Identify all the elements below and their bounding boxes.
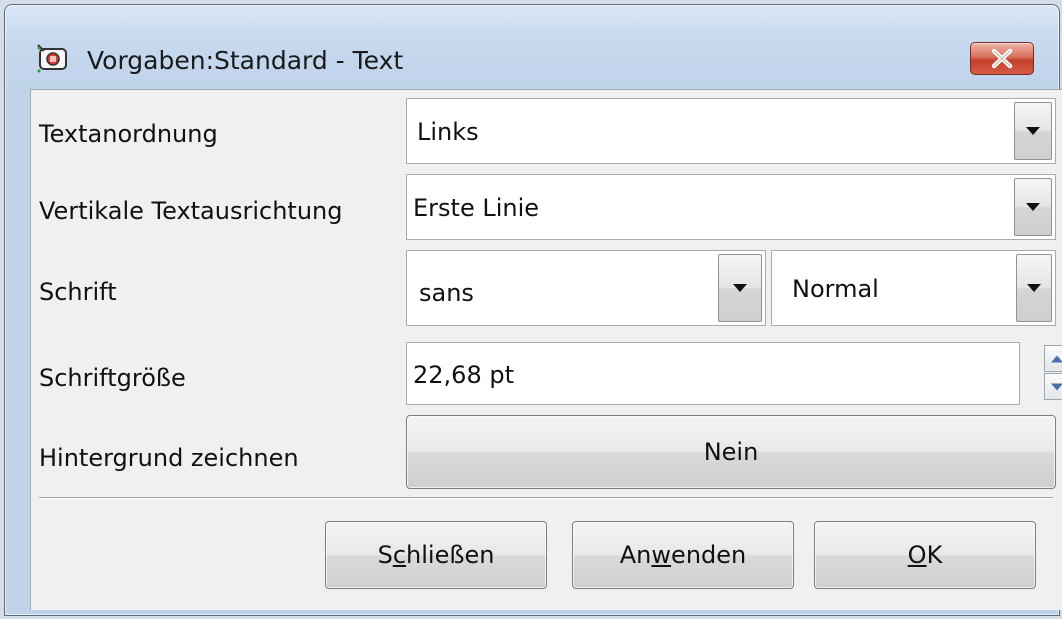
apply-mnemonic: w	[651, 541, 672, 569]
dialog-window: Vorgaben:Standard - Text Textanordnung L…	[4, 4, 1062, 616]
font-style-value: Normal	[792, 275, 879, 303]
draw-app-icon	[37, 44, 67, 73]
dialog-content: Textanordnung Links Vertikale Textausric…	[30, 89, 1062, 610]
vertical-alignment-combo[interactable]: Erste Linie	[406, 174, 1056, 240]
chevron-down-icon	[1026, 203, 1040, 211]
text-alignment-dropdown-button[interactable]	[1014, 102, 1052, 160]
vertical-alignment-label: Vertikale Textausrichtung	[39, 197, 343, 225]
font-family-dropdown-button[interactable]	[718, 254, 762, 322]
window-title: Vorgaben:Standard - Text	[87, 46, 404, 75]
close-button[interactable]	[970, 42, 1034, 75]
separator	[39, 497, 1053, 499]
background-toggle-button[interactable]: Nein	[406, 415, 1056, 489]
text-alignment-label: Textanordnung	[39, 120, 218, 148]
apply-label-post: enden	[671, 541, 747, 569]
chevron-down-icon	[1027, 284, 1041, 292]
close-dialog-button[interactable]: Schließen	[325, 521, 547, 589]
text-alignment-value: Links	[417, 118, 479, 146]
close-icon	[991, 48, 1013, 69]
chevron-down-icon	[1026, 127, 1040, 135]
ok-button[interactable]: OK	[814, 521, 1036, 589]
ok-mnemonic: O	[907, 541, 927, 569]
arrow-down-icon	[1051, 383, 1062, 390]
background-label: Hintergrund zeichnen	[39, 444, 299, 472]
font-style-dropdown-button[interactable]	[1016, 254, 1052, 322]
arrow-up-icon	[1051, 355, 1062, 362]
chevron-down-icon	[733, 284, 747, 292]
font-size-value: 22,68 pt	[413, 361, 514, 389]
font-size-increment-button[interactable]	[1044, 345, 1062, 372]
close-dialog-label-pre: S	[377, 541, 393, 569]
text-alignment-combo[interactable]: Links	[406, 98, 1056, 164]
apply-label-pre: An	[619, 541, 652, 569]
title-bar[interactable]: Vorgaben:Standard - Text	[5, 5, 1059, 85]
font-size-input[interactable]: 22,68 pt	[406, 342, 1020, 405]
font-size-label: Schriftgröße	[39, 364, 186, 392]
close-dialog-mnemonic: c	[392, 541, 407, 569]
font-style-combo[interactable]: Normal	[771, 250, 1056, 326]
font-family-value: sans	[419, 279, 474, 307]
vertical-alignment-value: Erste Linie	[413, 194, 540, 222]
close-dialog-label-post: hließen	[406, 541, 495, 569]
font-family-combo[interactable]: sans	[406, 250, 766, 326]
font-label: Schrift	[39, 278, 117, 306]
font-size-decrement-button[interactable]	[1044, 373, 1062, 400]
apply-button[interactable]: Anwenden	[572, 521, 794, 589]
ok-label-post: K	[926, 541, 943, 569]
vertical-alignment-dropdown-button[interactable]	[1014, 178, 1052, 236]
